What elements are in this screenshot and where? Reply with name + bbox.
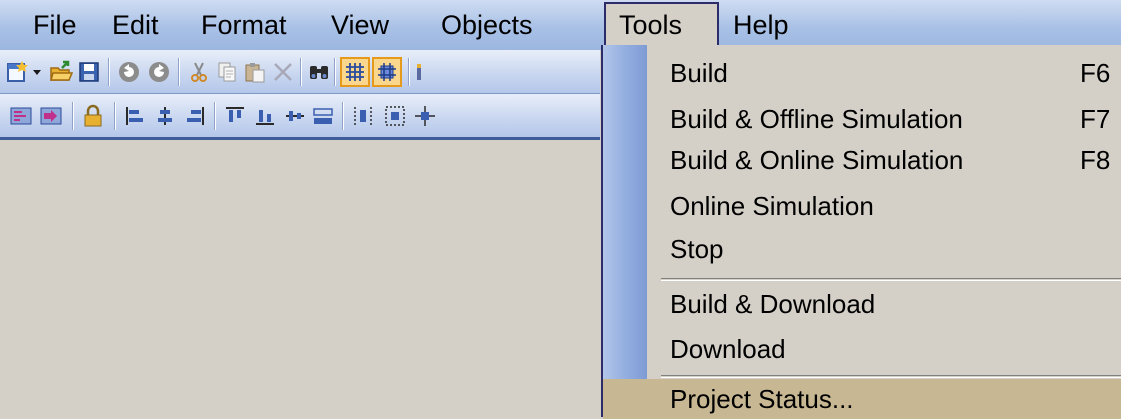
toolbar-separator: [342, 102, 344, 130]
center-in-screen-icon[interactable]: [382, 103, 408, 129]
save-icon[interactable]: [76, 59, 102, 85]
menu-item-download[interactable]: Download: [603, 326, 1121, 372]
menu-item-shortcut: F7: [1080, 104, 1111, 134]
tab-order-2-icon[interactable]: [38, 103, 64, 129]
delete-icon[interactable]: [270, 59, 296, 85]
undo-icon[interactable]: [116, 59, 142, 85]
cut-icon[interactable]: [186, 59, 212, 85]
menu-bar: File Edit Format View Objects Tools Help: [0, 0, 1121, 50]
align-left-icon[interactable]: [122, 103, 148, 129]
toolbar-separator: [114, 102, 116, 130]
menu-item-label: Build: [670, 58, 728, 88]
menu-item-shortcut: F8: [1080, 145, 1111, 175]
find-icon[interactable]: [306, 59, 332, 85]
tools-menu-dropdown: Build F6 Build & Offline Simulation F7 B…: [601, 45, 1121, 419]
align-middle-icon[interactable]: [252, 103, 278, 129]
toolbar-separator: [408, 58, 410, 86]
center-both-icon[interactable]: [412, 103, 438, 129]
menu-item-build-offline-simulation[interactable]: Build & Offline Simulation F7: [603, 96, 1121, 142]
menu-view[interactable]: View: [331, 0, 389, 50]
menu-item-label: Online Simulation: [670, 191, 874, 221]
menu-file[interactable]: File: [33, 0, 77, 50]
menu-edit[interactable]: Edit: [112, 0, 159, 50]
paste-icon[interactable]: [242, 59, 268, 85]
menu-separator: [661, 375, 1121, 378]
menu-help[interactable]: Help: [733, 0, 789, 50]
menu-item-label: Stop: [670, 234, 724, 264]
menu-tools[interactable]: Tools: [604, 2, 719, 45]
lock-icon[interactable]: [80, 103, 106, 129]
toolbar-separator: [178, 58, 180, 86]
space-evenly-icon[interactable]: [350, 103, 376, 129]
tab-order-icon[interactable]: [8, 103, 34, 129]
menu-item-build-download[interactable]: Build & Download: [603, 281, 1121, 327]
open-folder-icon[interactable]: [48, 59, 74, 85]
grid-icon[interactable]: [340, 57, 370, 87]
same-size-icon[interactable]: [310, 103, 336, 129]
toolbar-separator: [214, 102, 216, 130]
workspace-area: [0, 140, 601, 417]
align-top-icon[interactable]: [222, 103, 248, 129]
menu-item-build[interactable]: Build F6: [603, 50, 1121, 96]
toolbar-separator: [72, 102, 74, 130]
copy-icon[interactable]: [214, 59, 240, 85]
menu-item-label: Project Status...: [670, 384, 854, 414]
menu-item-label: Build & Offline Simulation: [670, 104, 963, 134]
menu-item-project-status[interactable]: Project Status...: [603, 379, 1121, 419]
toolbar-separator: [108, 58, 110, 86]
toolbar-separator: [334, 58, 336, 86]
menu-item-online-simulation[interactable]: Online Simulation: [603, 183, 1121, 229]
snap-to-grid-icon[interactable]: [372, 57, 402, 87]
menu-item-shortcut: F6: [1080, 58, 1111, 88]
align-bottom-icon[interactable]: [282, 103, 308, 129]
menu-item-build-online-simulation[interactable]: Build & Online Simulation F8: [603, 137, 1121, 183]
toolbar-separator: [300, 58, 302, 86]
menu-item-label: Download: [670, 334, 786, 364]
menu-format[interactable]: Format: [201, 0, 287, 50]
new-screen-icon[interactable]: [4, 59, 30, 85]
standard-toolbar: [0, 50, 600, 94]
align-center-icon[interactable]: [152, 103, 178, 129]
menu-item-label: Build & Download: [670, 289, 876, 319]
align-right-icon[interactable]: [182, 103, 208, 129]
menu-objects[interactable]: Objects: [441, 0, 533, 50]
redo-icon[interactable]: [146, 59, 172, 85]
dropdown-arrow-icon[interactable]: [30, 59, 44, 85]
more-icon[interactable]: [412, 59, 426, 85]
menu-item-stop[interactable]: Stop: [603, 226, 1121, 272]
menu-item-label: Build & Online Simulation: [670, 145, 964, 175]
layout-toolbar: [0, 94, 600, 140]
